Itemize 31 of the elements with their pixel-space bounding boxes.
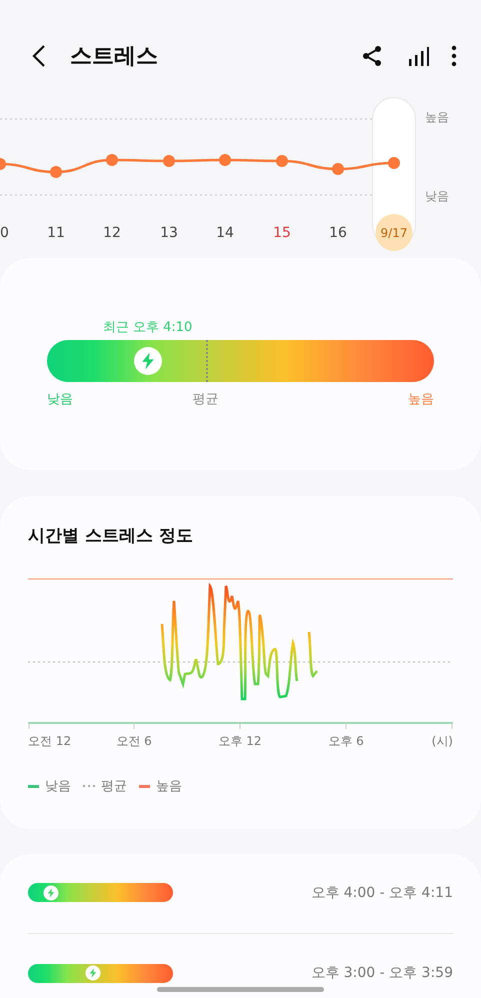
legend-label: 평균: [101, 778, 127, 795]
day-label[interactable]: 16: [329, 224, 347, 240]
average-label: 평균: [192, 391, 219, 408]
high-legend-icon: [139, 784, 150, 788]
day-label[interactable]: 13: [160, 224, 178, 240]
lightning-icon: [88, 968, 99, 978]
recent-time-label: 최근 오후 4:10: [102, 319, 192, 336]
low-legend-icon: [28, 784, 39, 788]
low-label: 낮음: [47, 391, 73, 408]
low-label: 낮음: [425, 188, 450, 205]
day-label[interactable]: 12: [103, 224, 121, 240]
time-range: 오후 4:00 - 오후 4:11: [311, 884, 453, 902]
day-label[interactable]: 0: [0, 224, 9, 240]
page-title: 스트레스: [70, 42, 159, 70]
legend-label: 낮음: [45, 778, 71, 795]
day-label[interactable]: 14: [216, 224, 234, 240]
high-label: 높음: [408, 391, 434, 408]
average-legend-icon: [83, 784, 95, 788]
high-label: 높음: [425, 109, 450, 126]
axis-label: 오후 12: [218, 733, 262, 750]
more-icon: [451, 44, 457, 66]
day-label[interactable]: 15: [273, 224, 291, 240]
axis-label: 오전 6: [116, 733, 152, 750]
section-title: 시간별 스트레스 정도: [28, 525, 194, 547]
legend-label: 높음: [156, 778, 182, 795]
day-label[interactable]: 11: [47, 224, 65, 240]
time-range: 오후 3:00 - 오후 3:59: [311, 964, 453, 982]
axis-label: (시): [432, 733, 453, 750]
axis-label: 오전 12: [28, 733, 72, 750]
lightning-icon: [46, 887, 57, 898]
axis-label: 오후 6: [328, 733, 364, 750]
